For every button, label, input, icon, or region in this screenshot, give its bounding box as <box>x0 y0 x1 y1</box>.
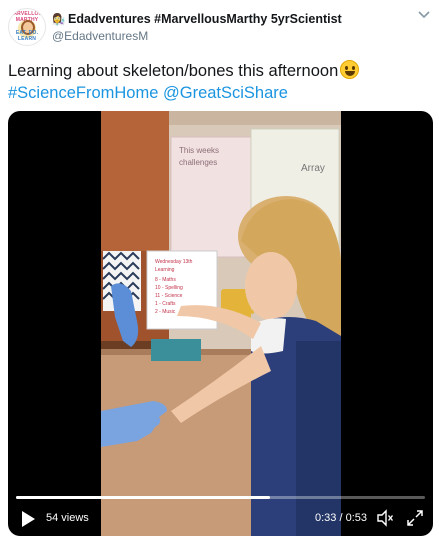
tweet-text-line-2: #ScienceFromHome @GreatSciShare <box>8 82 433 104</box>
view-count: 54 views <box>46 512 89 524</box>
fullscreen-icon[interactable] <box>406 509 424 527</box>
board-text-3: Array <box>301 163 325 174</box>
mention-link[interactable]: @GreatSciShare <box>163 84 288 102</box>
tweet-card: MARVELLOUS MARTHY EAT. DO. LEARN 👩‍🔬 Eda… <box>0 0 439 541</box>
tweet-header: MARVELLOUS MARTHY EAT. DO. LEARN 👩‍🔬 Eda… <box>8 8 433 48</box>
video-player[interactable]: This weeks challenges Array Wednesday 13… <box>8 111 433 536</box>
author-names: 👩‍🔬 Edadventures #MarvellousMarthy 5yrSc… <box>52 11 412 43</box>
hashtag-link[interactable]: #ScienceFromHome <box>8 84 158 102</box>
board-text-1: This weeks <box>179 146 219 155</box>
card-line-4: 10 - Spelling <box>155 285 183 291</box>
display-name[interactable]: Edadventures #MarvellousMarthy 5yrScient… <box>68 12 342 26</box>
video-controls: 54 views 0:33 / 0:53 <box>8 490 433 536</box>
card-line-7: 2 - Music <box>155 309 176 315</box>
video-frame: This weeks challenges Array Wednesday 13… <box>101 111 341 536</box>
card-line-2: Learning <box>155 267 175 273</box>
progress-fill <box>16 496 270 499</box>
video-scene: This weeks challenges Array Wednesday 13… <box>101 111 341 536</box>
card-line-3: 8 - Maths <box>155 277 176 283</box>
tweet-body: Learning about skeleton/bones this after… <box>8 62 339 80</box>
card-line-1: Wednesday 13th <box>155 259 193 265</box>
board-text-2: challenges <box>179 158 217 167</box>
volume-icon[interactable] <box>376 509 394 527</box>
play-icon[interactable] <box>20 510 36 528</box>
tweet-text: Learning about skeleton/bones this after… <box>8 60 433 104</box>
grinning-face-emoji-icon <box>340 60 360 79</box>
card-line-6: 1 - Crafts <box>155 301 176 307</box>
progress-bar[interactable] <box>16 496 425 499</box>
display-name-row: 👩‍🔬 Edadventures #MarvellousMarthy 5yrSc… <box>52 11 412 27</box>
caret-down-icon[interactable] <box>417 10 431 20</box>
card-line-5: 11 - Science <box>155 293 183 299</box>
time-display: 0:33 / 0:53 <box>315 512 367 524</box>
tweet-text-line-1: Learning about skeleton/bones this after… <box>8 60 433 82</box>
scientist-emoji-icon: 👩‍🔬 <box>51 13 66 26</box>
avatar-text-bottom: EAT. DO. LEARN <box>15 30 39 42</box>
avatar[interactable]: MARVELLOUS MARTHY EAT. DO. LEARN <box>8 8 46 46</box>
user-handle[interactable]: @EdadventuresM <box>52 29 412 43</box>
